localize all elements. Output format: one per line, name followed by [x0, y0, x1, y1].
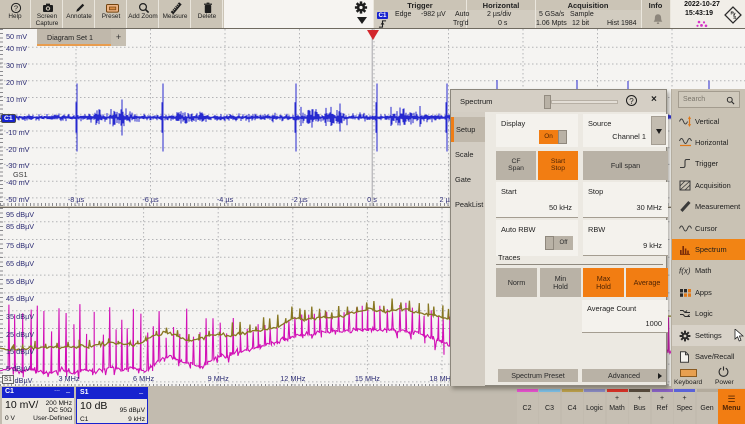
- svg-text:?: ?: [13, 4, 17, 13]
- svg-text:f(x): f(x): [679, 267, 691, 276]
